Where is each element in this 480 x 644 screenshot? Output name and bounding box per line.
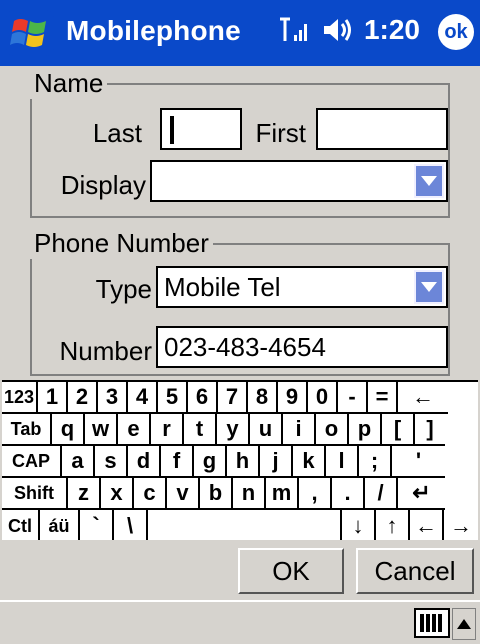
key[interactable]: 3 bbox=[98, 382, 128, 414]
key[interactable]: h bbox=[227, 446, 260, 478]
status-area: 1:20 bbox=[278, 12, 420, 48]
key-ctl[interactable]: Ctl bbox=[2, 510, 40, 542]
form-area: Name Last First Display Phone Number Typ… bbox=[0, 66, 480, 376]
key[interactable]: g bbox=[194, 446, 227, 478]
key[interactable]: \ bbox=[114, 510, 148, 542]
key[interactable]: c bbox=[134, 478, 167, 510]
display-dropdown[interactable] bbox=[150, 160, 448, 202]
menu-bar bbox=[0, 600, 480, 644]
arrow-up-key[interactable]: ↑ bbox=[376, 510, 410, 542]
key[interactable]: d bbox=[128, 446, 161, 478]
key[interactable]: o bbox=[316, 414, 349, 446]
app-title: Mobilephone bbox=[66, 15, 241, 46]
key[interactable]: k bbox=[293, 446, 326, 478]
windows-flag-icon bbox=[10, 19, 46, 47]
key[interactable]: / bbox=[365, 478, 398, 510]
key[interactable]: [ bbox=[382, 414, 415, 446]
key[interactable]: , bbox=[299, 478, 332, 510]
key[interactable]: ; bbox=[359, 446, 392, 478]
key[interactable]: 4 bbox=[128, 382, 158, 414]
chevron-down-icon[interactable] bbox=[414, 270, 444, 304]
soft-keyboard: 123 1 2 3 4 5 6 7 8 9 0 - = ← Tab q w e … bbox=[2, 380, 478, 542]
key[interactable]: i bbox=[283, 414, 316, 446]
key-caps[interactable]: CAP bbox=[2, 446, 62, 478]
start-button[interactable] bbox=[6, 10, 54, 56]
keyboard-row-1: 123 1 2 3 4 5 6 7 8 9 0 - = ← bbox=[2, 382, 448, 414]
key[interactable]: m bbox=[266, 478, 299, 510]
ok-close-button[interactable]: ok bbox=[438, 14, 474, 50]
cancel-button[interactable]: Cancel bbox=[356, 548, 474, 594]
key[interactable]: ` bbox=[80, 510, 114, 542]
keyboard-row-4: Shift z x c v b n m , . / ↵ bbox=[2, 478, 445, 510]
keyboard-row-3: CAP a s d f g h j k l ; ' bbox=[2, 446, 445, 478]
number-input[interactable]: 023-483-4654 bbox=[156, 326, 448, 368]
keyboard-row-5: Ctl áü ` \ ↓ ↑ ← → bbox=[2, 510, 478, 542]
type-label: Type bbox=[95, 274, 152, 304]
key[interactable]: r bbox=[151, 414, 184, 446]
key[interactable]: 0 bbox=[308, 382, 338, 414]
ok-button[interactable]: OK bbox=[238, 548, 344, 594]
key[interactable]: 7 bbox=[218, 382, 248, 414]
key[interactable]: e bbox=[118, 414, 151, 446]
last-name-input[interactable] bbox=[160, 108, 242, 150]
key[interactable]: y bbox=[217, 414, 250, 446]
key-intl[interactable]: áü bbox=[40, 510, 80, 542]
dialog-button-bar: OK Cancel bbox=[0, 540, 480, 602]
key[interactable]: . bbox=[332, 478, 365, 510]
chevron-down-icon[interactable] bbox=[414, 164, 444, 198]
key[interactable]: ] bbox=[415, 414, 445, 446]
signal-icon[interactable] bbox=[278, 15, 310, 45]
key[interactable]: q bbox=[52, 414, 85, 446]
arrow-right-key[interactable]: → bbox=[444, 510, 478, 542]
key[interactable]: u bbox=[250, 414, 283, 446]
speaker-icon[interactable] bbox=[320, 15, 354, 45]
clock[interactable]: 1:20 bbox=[364, 14, 420, 46]
backspace-key[interactable]: ← bbox=[398, 382, 448, 414]
key-shift[interactable]: Shift bbox=[2, 478, 68, 510]
key[interactable]: x bbox=[101, 478, 134, 510]
keyboard-row-2: Tab q w e r t y u i o p [ ] bbox=[2, 414, 445, 446]
key[interactable]: w bbox=[85, 414, 118, 446]
arrow-down-key[interactable]: ↓ bbox=[342, 510, 376, 542]
key[interactable]: a bbox=[62, 446, 95, 478]
key-tab[interactable]: Tab bbox=[2, 414, 52, 446]
key[interactable]: b bbox=[200, 478, 233, 510]
key[interactable]: n bbox=[233, 478, 266, 510]
last-label: Last bbox=[92, 118, 142, 148]
number-label: Number bbox=[59, 336, 152, 366]
key[interactable]: 5 bbox=[158, 382, 188, 414]
first-label: First bbox=[255, 118, 306, 148]
key[interactable]: l bbox=[326, 446, 359, 478]
title-bar: Mobilephone 1:20 ok bbox=[0, 0, 480, 66]
first-name-input[interactable] bbox=[316, 108, 448, 150]
key[interactable]: 2 bbox=[68, 382, 98, 414]
phone-number-legend: Phone Number bbox=[34, 228, 209, 258]
key[interactable]: ' bbox=[392, 446, 445, 478]
key[interactable]: - bbox=[338, 382, 368, 414]
arrow-left-key[interactable]: ← bbox=[410, 510, 444, 542]
input-panel-arrow-icon[interactable] bbox=[452, 608, 476, 640]
key[interactable]: = bbox=[368, 382, 398, 414]
key-123[interactable]: 123 bbox=[2, 382, 38, 414]
key[interactable]: t bbox=[184, 414, 217, 446]
key[interactable]: j bbox=[260, 446, 293, 478]
key[interactable]: s bbox=[95, 446, 128, 478]
type-value: Mobile Tel bbox=[164, 271, 281, 302]
key[interactable]: 6 bbox=[188, 382, 218, 414]
enter-key[interactable]: ↵ bbox=[398, 478, 445, 510]
type-dropdown[interactable]: Mobile Tel bbox=[156, 266, 448, 308]
spacebar[interactable] bbox=[148, 510, 342, 542]
name-group-legend: Name bbox=[34, 68, 104, 98]
keyboard-icon[interactable] bbox=[414, 608, 450, 638]
key[interactable]: p bbox=[349, 414, 382, 446]
key[interactable]: f bbox=[161, 446, 194, 478]
key[interactable]: 9 bbox=[278, 382, 308, 414]
key[interactable]: z bbox=[68, 478, 101, 510]
display-label: Display bbox=[60, 170, 146, 200]
key[interactable]: 1 bbox=[38, 382, 68, 414]
key[interactable]: 8 bbox=[248, 382, 278, 414]
key[interactable]: v bbox=[167, 478, 200, 510]
